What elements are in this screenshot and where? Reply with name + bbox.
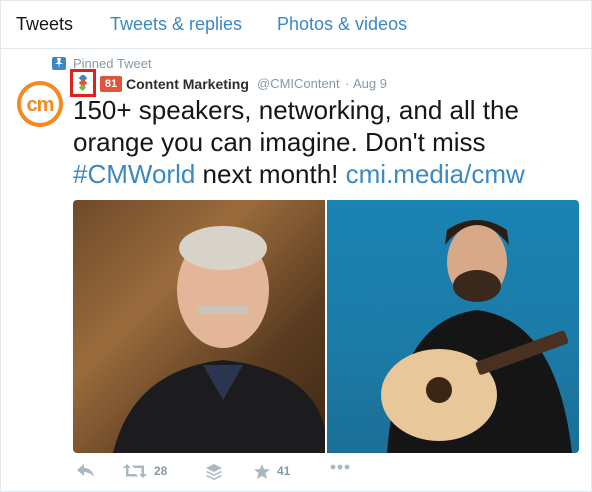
separator-dot: · — [345, 76, 350, 91]
tab-tweets[interactable]: Tweets — [16, 14, 73, 35]
tweet-photo-right[interactable] — [327, 200, 579, 453]
timeline-tabs: Tweets Tweets & replies Photos & videos — [1, 1, 591, 49]
avatar-logo-text: cm — [26, 94, 55, 116]
extension-icon[interactable] — [70, 69, 96, 97]
more-actions-button[interactable] — [330, 461, 352, 483]
hashtag-link[interactable]: #CMWorld — [73, 159, 195, 189]
favorite-button[interactable]: 41 — [254, 461, 304, 483]
tweet-photo-left[interactable] — [73, 200, 325, 453]
tweet-text-part: next month! — [195, 159, 346, 189]
avatar[interactable]: cm — [17, 81, 63, 127]
tab-tweets-and-replies[interactable]: Tweets & replies — [110, 14, 242, 35]
reply-icon — [77, 464, 94, 477]
author-handle[interactable]: @CMIContent — [257, 76, 340, 91]
more-dots-icon — [330, 464, 350, 470]
reply-button[interactable] — [77, 461, 97, 483]
buffer-button[interactable] — [206, 461, 224, 483]
tweet-media[interactable] — [73, 200, 579, 453]
star-icon — [254, 464, 270, 479]
extension-count-badge: 81 — [100, 76, 122, 92]
profile-timeline-panel: Tweets Tweets & replies Photos & videos … — [0, 0, 592, 492]
retweet-button[interactable]: 28 — [123, 461, 173, 483]
tweet-actions: 28 41 — [73, 461, 573, 483]
buffer-stack-icon — [206, 464, 222, 480]
tweet-text-part: 150+ speakers, networking, and all the o… — [73, 95, 519, 157]
pin-icon — [52, 57, 66, 70]
retweet-icon — [123, 464, 147, 478]
favorite-count: 41 — [277, 464, 291, 478]
url-link[interactable]: cmi.media/cmw — [346, 159, 525, 189]
retweet-count: 28 — [154, 464, 168, 478]
author-name[interactable]: Content Marketing — [126, 76, 249, 92]
tweet-timestamp[interactable]: Aug 9 — [353, 76, 387, 91]
tweet-text: 150+ speakers, networking, and all the o… — [73, 94, 583, 190]
tab-photos-and-videos[interactable]: Photos & videos — [277, 14, 407, 35]
